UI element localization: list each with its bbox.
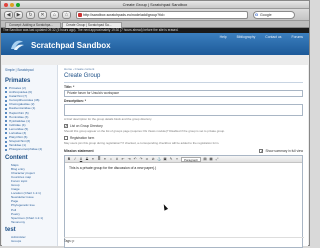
fullscreen-icon[interactable]: ⤢ — [215, 157, 219, 161]
link-icon[interactable]: ∞ — [145, 157, 149, 161]
address-bar[interactable]: http://sandbox.scratchpads.eu/node/add/g… — [76, 11, 248, 19]
outdent-icon[interactable]: ⇤ — [121, 157, 125, 161]
browser-window: Create Group | Scratchpad Sandbox ◀ ▶ ↻ … — [0, 0, 310, 248]
title-input[interactable]: Private forum for Ursula's workspace — [64, 90, 303, 97]
nav-forums[interactable]: Forums — [292, 35, 304, 39]
underline-icon[interactable]: U — [79, 157, 83, 161]
bullet-list-icon[interactable]: • — [109, 157, 113, 161]
back-button[interactable]: ◀ — [4, 11, 13, 19]
back-arrow-icon: ◀ — [6, 12, 11, 18]
indent-icon[interactable]: ⇥ — [127, 157, 131, 161]
main-form: Home › Create content Create Group Title… — [60, 65, 307, 248]
tags-label: Tags: p — [64, 239, 75, 243]
tab-concept[interactable]: Concept: Adding a Scratchpa... — [5, 22, 61, 28]
cleanup-icon[interactable]: ✎ — [169, 157, 173, 161]
site-header: Scratchpad Sandbox Help Bibliography Con… — [1, 33, 309, 55]
summary-checkbox[interactable]: ✓ — [259, 149, 264, 153]
browser-toolbar: ◀ ▶ ↻ ✕ ⌂ ☆ http://sandbox.scratchpads.e… — [1, 9, 309, 21]
tab-create-group[interactable]: Create Group | Scratchpad Sa... — [62, 22, 122, 28]
registration-checkbox[interactable] — [64, 136, 68, 140]
list-on-directory-option[interactable]: ✓ List on Group Directory — [64, 124, 303, 128]
stop-icon: ✕ — [40, 12, 45, 18]
address-text: http://sandbox.scratchpads.eu/node/add/g… — [83, 13, 166, 17]
primates-list: Primates (2) Anthropoidea (6) Catarrhini… — [5, 86, 54, 152]
align-right-icon[interactable]: ≡ — [103, 157, 107, 161]
site-favicon-icon — [78, 13, 82, 17]
tags-row: Tags: p — [64, 237, 304, 243]
undo-icon[interactable]: ↶ — [133, 157, 137, 161]
reload-button[interactable]: ↻ — [26, 11, 35, 19]
forward-arrow-icon: ▶ — [16, 12, 21, 18]
page-title: Create Group — [64, 73, 303, 83]
sidebar-item[interactable]: Phasgonomorphidae (2) — [5, 147, 54, 151]
unlink-icon[interactable]: ⊘ — [151, 157, 155, 161]
registration-option[interactable]: Registration form — [64, 136, 303, 140]
sidebar-primates-heading: Primates — [5, 78, 31, 84]
home-icon: ⌂ — [52, 12, 57, 18]
anchor-icon[interactable]: ⚓ — [157, 157, 161, 161]
forward-button[interactable]: ▶ — [14, 11, 23, 19]
strikethrough-icon[interactable]: S — [85, 157, 89, 161]
title-bar: Create Group | Scratchpad Sandbox — [1, 1, 309, 9]
nav-help[interactable]: Help — [220, 35, 227, 39]
close-window-button[interactable] — [4, 3, 8, 7]
rich-text-editor[interactable]: B I U S ≡ ≣ ≡ • # ⇤ ⇥ ↶ ↷ ∞ ⊘ ⚓ ▣ ✎ ‹› P… — [64, 155, 303, 248]
title-label: Title: * — [64, 85, 75, 89]
registration-label: Registration form — [70, 136, 95, 140]
paste-icon[interactable]: ▤ — [203, 157, 207, 161]
list-label: List on Group Directory — [70, 124, 103, 128]
nav-bibliography[interactable]: Bibliography — [237, 35, 256, 39]
bold-icon[interactable]: B — [67, 157, 71, 161]
search-input[interactable]: G Google — [253, 11, 295, 19]
summary-option[interactable]: ✓ Show summary in full view — [259, 149, 303, 153]
format-select[interactable]: Paragraph — [181, 156, 201, 162]
sidebar: Simple | Scratchpad Primates Primates (2… — [2, 65, 58, 246]
star-icon: ☆ — [64, 12, 69, 18]
italic-icon[interactable]: I — [73, 157, 77, 161]
sidebar-test-heading: test — [5, 226, 16, 233]
content-list: Maps Blog entry Character project Countr… — [5, 163, 54, 224]
tab-label: Create Group | Scratchpad Sa... — [66, 23, 112, 27]
description-label: Description: * — [64, 99, 87, 103]
tab-label: Concept: Adding a Scratchpa... — [9, 23, 53, 27]
top-navigation: Help Bibliography Contact us Forums — [220, 35, 303, 39]
tab-bar: Concept: Adding a Scratchpa... Create Gr… — [1, 21, 309, 28]
summary-label: Show summary in full view — [265, 149, 303, 153]
sidebar-content-heading: Content — [5, 154, 28, 161]
registration-hint: May users join this group during registr… — [64, 141, 220, 145]
window-title: Create Group | Scratchpad Sandbox — [122, 2, 188, 7]
image-icon[interactable]: ▣ — [163, 157, 167, 161]
list-checkbox[interactable]: ✓ — [64, 124, 68, 128]
mission-label: Mission statement — [64, 149, 94, 153]
mission-header-row: Mission statement ✓ Show summary in full… — [64, 149, 303, 153]
window-controls — [4, 3, 20, 7]
html-icon[interactable]: ‹› — [175, 157, 179, 161]
home-button[interactable]: ⌂ — [50, 11, 59, 19]
sidebar-item[interactable]: Groups — [5, 239, 54, 243]
search-placeholder: Google — [260, 13, 272, 17]
zoom-window-button[interactable] — [16, 3, 20, 7]
description-textarea[interactable] — [64, 104, 303, 116]
table-icon[interactable]: ▦ — [209, 157, 213, 161]
stop-button[interactable]: ✕ — [38, 11, 47, 19]
sidebar-item[interactable]: Taxonomy — [5, 220, 54, 224]
redo-icon[interactable]: ↷ — [139, 157, 143, 161]
editor-toolbar: B I U S ≡ ≣ ≡ • # ⇤ ⇥ ↶ ↷ ∞ ⊘ ⚓ ▣ ✎ ‹› P… — [65, 156, 302, 163]
scratchpad-logo-icon — [11, 40, 24, 50]
mouse-cursor-icon — [161, 203, 169, 211]
align-center-icon[interactable]: ≣ — [97, 157, 101, 161]
reload-icon: ↻ — [28, 12, 33, 18]
nav-contact[interactable]: Contact us — [265, 35, 281, 39]
align-left-icon[interactable]: ≡ — [91, 157, 95, 161]
description-hint: A brief description for the group detail… — [64, 117, 152, 121]
site-name: Scratchpad Sandbox — [31, 41, 111, 50]
list-hint: Should this group appear on the list of … — [64, 129, 225, 133]
bookmark-button[interactable]: ☆ — [62, 11, 71, 19]
numbered-list-icon[interactable]: # — [115, 157, 119, 161]
minimize-window-button[interactable] — [10, 3, 14, 7]
page-content: Simple | Scratchpad Primates Primates (2… — [2, 65, 308, 248]
sidebar-login-link[interactable]: Simple | Scratchpad — [5, 68, 54, 72]
editor-body[interactable]: This is a private group for the discussi… — [65, 163, 302, 173]
google-icon: G — [255, 12, 259, 17]
